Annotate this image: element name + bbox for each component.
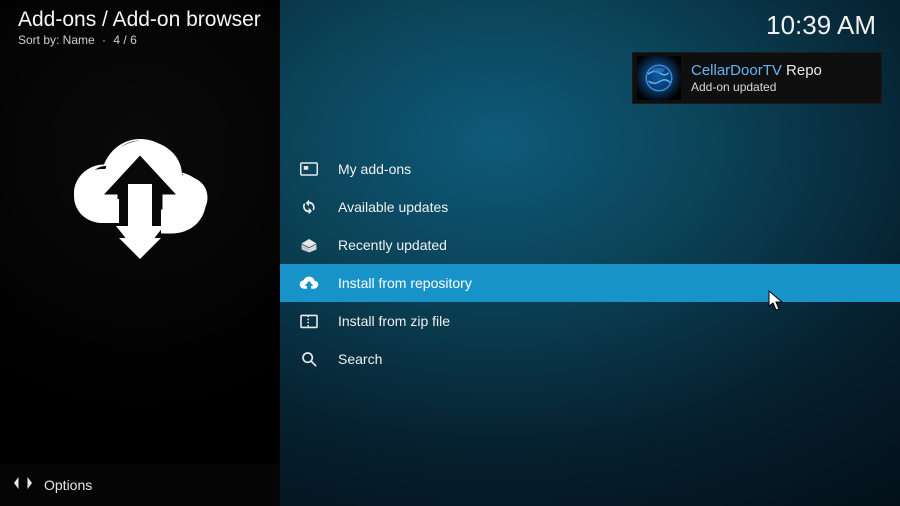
search-icon: [298, 351, 320, 367]
toast-globe-icon: [637, 56, 681, 100]
menu-list: My add-ons Available updates Recently up…: [280, 150, 900, 378]
main-panel: 10:39 AM CellarDoorTV Repo Add-on update…: [280, 0, 900, 506]
clock: 10:39 AM: [766, 10, 876, 41]
sort-label: Sort by: Name: [18, 33, 95, 47]
sidebar-header: Add-ons / Add-on browser Sort by: Name ·…: [0, 0, 280, 47]
menu-item-install-from-repository[interactable]: Install from repository: [280, 264, 900, 302]
notification-toast: CellarDoorTV Repo Add-on updated: [632, 52, 882, 104]
page-title: Add-ons / Add-on browser: [18, 8, 262, 32]
separator-dot: ·: [102, 33, 106, 47]
sidebar: Add-ons / Add-on browser Sort by: Name ·…: [0, 0, 280, 506]
options-icon: [14, 475, 32, 496]
menu-item-label: Install from repository: [338, 275, 472, 291]
menu-item-install-from-zip[interactable]: Install from zip file: [280, 302, 900, 340]
menu-item-label: Search: [338, 351, 382, 367]
item-counter: 4 / 6: [113, 33, 136, 47]
toast-title: CellarDoorTV Repo: [691, 62, 822, 80]
menu-item-label: Install from zip file: [338, 313, 450, 329]
menu-item-recently-updated[interactable]: Recently updated: [280, 226, 900, 264]
menu-item-label: Available updates: [338, 199, 448, 215]
options-button[interactable]: Options: [0, 464, 280, 506]
cloud-download-icon: [65, 112, 215, 262]
toast-title-accent: CellarDoorTV: [691, 62, 782, 79]
sort-info: Sort by: Name · 4 / 6: [18, 33, 262, 47]
menu-item-label: My add-ons: [338, 161, 411, 177]
options-label: Options: [44, 477, 92, 493]
toast-message: Add-on updated: [691, 80, 822, 94]
toast-text: CellarDoorTV Repo Add-on updated: [691, 62, 822, 94]
menu-item-available-updates[interactable]: Available updates: [280, 188, 900, 226]
box-icon: [298, 162, 320, 176]
zip-file-icon: [298, 313, 320, 329]
toast-title-suffix: Repo: [782, 62, 822, 79]
menu-item-search[interactable]: Search: [280, 340, 900, 378]
category-artwork: [0, 112, 280, 262]
refresh-icon: [298, 199, 320, 215]
menu-item-my-addons[interactable]: My add-ons: [280, 150, 900, 188]
open-box-icon: [298, 237, 320, 253]
cloud-download-icon: [298, 275, 320, 291]
menu-item-label: Recently updated: [338, 237, 447, 253]
